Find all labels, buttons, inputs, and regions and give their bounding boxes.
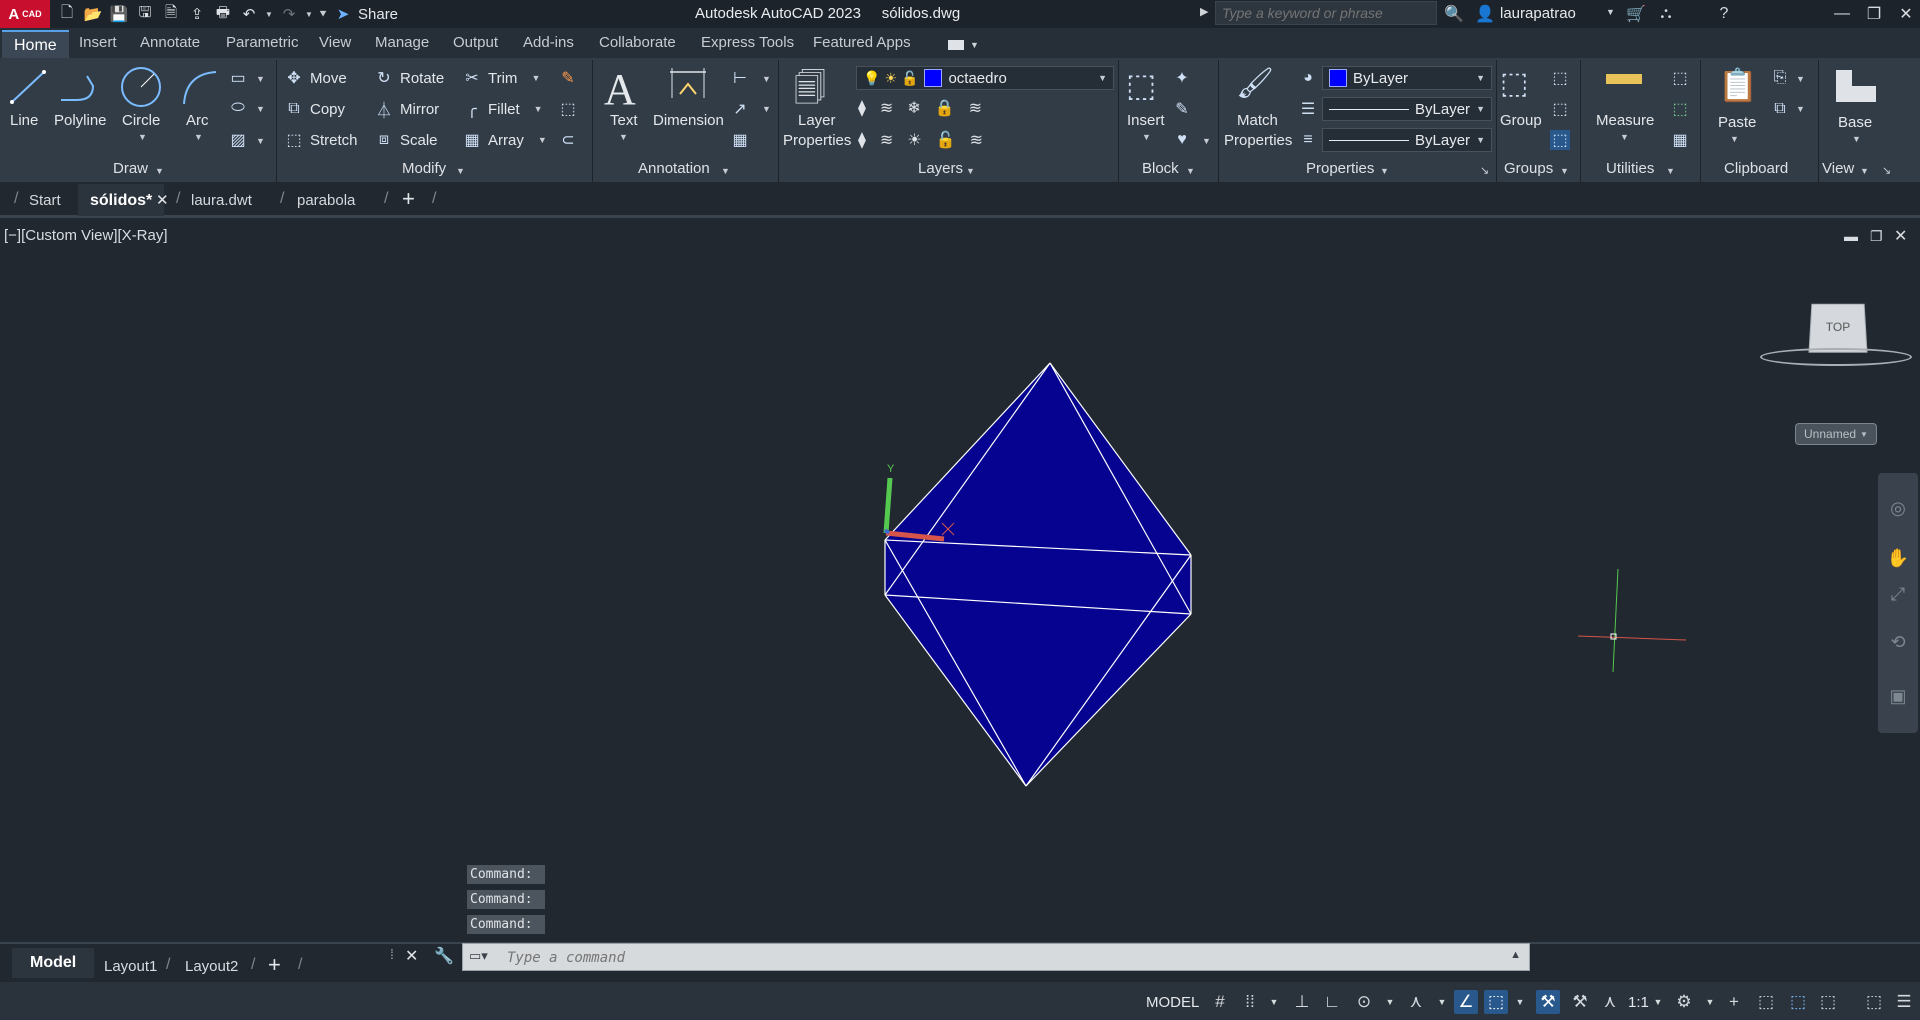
drawing-canvas[interactable]: Y	[0, 0, 1920, 1020]
ortho-icon[interactable]: ∟	[1320, 990, 1344, 1014]
grid-icon[interactable]: #	[1208, 990, 1232, 1014]
model-space-button[interactable]: MODEL	[1146, 994, 1199, 1011]
command-history-line: Command:	[467, 865, 545, 884]
customization-menu-icon[interactable]: ☰	[1892, 990, 1916, 1014]
snap-mode-icon[interactable]: ⁞⁞	[1238, 990, 1262, 1014]
object-snap-icon[interactable]: ⬚	[1484, 990, 1508, 1014]
command-line-close-icon[interactable]: ✕	[405, 946, 418, 966]
orbit-icon[interactable]: ⟲	[1886, 630, 1910, 654]
crosshair-cursor	[1577, 568, 1687, 673]
new-layout-plus-icon[interactable]: +	[268, 952, 281, 978]
ucs-menu[interactable]: Unnamed ▼	[1795, 423, 1877, 445]
viewcube[interactable]: TOP	[1808, 303, 1868, 353]
scale-dropdown-icon[interactable]: ▼	[1646, 990, 1670, 1014]
command-line: ▭▾ ▲	[462, 943, 1530, 972]
units-icon[interactable]: ⬚	[1754, 990, 1778, 1014]
command-line-grip-icon[interactable]: ⁞	[390, 946, 394, 962]
annotation-monitor-icon[interactable]: +	[1722, 990, 1746, 1014]
command-history-line: Command:	[467, 915, 545, 934]
command-history-line: Command:	[467, 890, 545, 909]
command-history-toggle-icon[interactable]: ▲	[1510, 949, 1521, 961]
isodraft-dropdown-icon[interactable]: ▼	[1430, 990, 1454, 1014]
snap-dropdown-icon[interactable]: ▼	[1262, 990, 1286, 1014]
command-prompt-icon[interactable]: ▭▾	[469, 948, 488, 964]
command-input[interactable]	[505, 944, 1509, 972]
clean-screen-icon[interactable]: ⬚	[1862, 990, 1886, 1014]
annotation-visibility-icon[interactable]: ⚒	[1536, 990, 1560, 1014]
lock-ui-icon[interactable]: ⬚	[1816, 990, 1840, 1014]
isodraft-icon[interactable]: ⋏	[1404, 990, 1428, 1014]
zoom-extents-icon[interactable]: ⤢	[1886, 582, 1910, 606]
octahedron-faces	[885, 363, 1191, 786]
infer-constraints-icon[interactable]: ⊥	[1290, 990, 1314, 1014]
pan-icon[interactable]: ✋	[1886, 546, 1910, 570]
svg-text:Y: Y	[887, 463, 895, 475]
tab-separator: /	[251, 956, 256, 973]
polar-dropdown-icon[interactable]: ▼	[1378, 990, 1402, 1014]
tab-separator: /	[166, 956, 171, 973]
command-line-customize-icon[interactable]: 🔧	[434, 946, 454, 966]
steering-wheel-icon[interactable]: ◎	[1886, 496, 1910, 520]
viewcube-compass[interactable]	[1760, 348, 1912, 366]
tab-separator: /	[298, 956, 303, 973]
annotation-scale-icon[interactable]: ⋏	[1598, 990, 1622, 1014]
polar-tracking-icon[interactable]: ⊙	[1352, 990, 1376, 1014]
layout-tab-model[interactable]: Model	[12, 948, 95, 978]
auto-scale-icon[interactable]: ⚒	[1568, 990, 1592, 1014]
ucs-dropdown-icon: ▼	[1860, 429, 1868, 439]
object-snap-tracking-icon[interactable]: ∠	[1454, 990, 1478, 1014]
workspace-gear-icon[interactable]: ⚙	[1672, 990, 1696, 1014]
workspace-dropdown-icon[interactable]: ▼	[1698, 990, 1722, 1014]
octahedron	[884, 362, 1192, 787]
quick-properties-icon[interactable]: ⬚	[1786, 990, 1810, 1014]
layout-tab-layout2[interactable]: Layout2	[185, 958, 238, 975]
showmotion-icon[interactable]: ▣	[1886, 684, 1910, 708]
layout-tab-layout1[interactable]: Layout1	[104, 958, 157, 975]
object-snap-dropdown-icon[interactable]: ▼	[1508, 990, 1532, 1014]
